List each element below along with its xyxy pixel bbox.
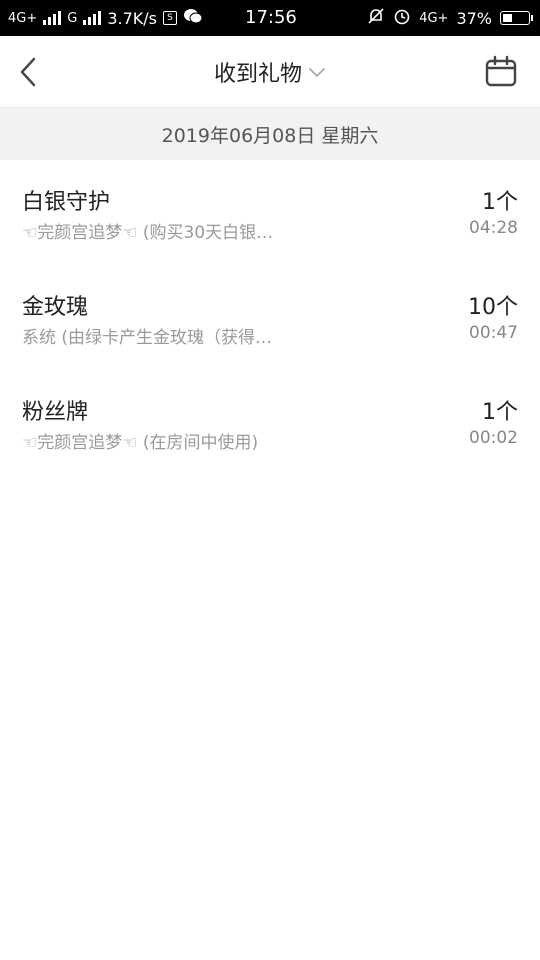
gift-list: 白银守护 ☜完颜宫追梦☜ (购买30天白银… 1个 04:28 金玫瑰 系统 (… [0, 160, 540, 475]
chevron-down-icon [309, 67, 325, 77]
battery-icon [500, 11, 533, 25]
gift-time: 00:47 [469, 323, 518, 343]
alarm-icon [393, 7, 411, 29]
gift-description: ☜完颜宫追梦☜ (在房间中使用) [22, 433, 259, 453]
title-dropdown[interactable]: 收到礼物 [214, 56, 326, 88]
gift-name: 白银守护 [22, 190, 111, 215]
gift-time: 04:28 [469, 218, 518, 238]
gift-description: 系统 (由绿卡产生金玫瑰（获得… [22, 328, 273, 348]
network-type-1: 4G+ [8, 10, 38, 26]
signal-icon [43, 11, 62, 25]
gift-count: 1个 [482, 190, 518, 215]
calendar-button[interactable] [484, 54, 518, 88]
status-time: 17:56 [245, 7, 297, 28]
back-button[interactable] [18, 54, 58, 90]
gift-row[interactable]: 白银守护 ☜完颜宫追梦☜ (购买30天白银… 1个 04:28 [0, 160, 540, 265]
network-type-3: 4G+ [419, 10, 449, 26]
title-wrap: 收到礼物 [0, 36, 540, 107]
signal-icon-2 [83, 11, 102, 25]
chevron-left-icon [20, 57, 36, 87]
gift-row[interactable]: 金玫瑰 系统 (由绿卡产生金玫瑰（获得… 10个 00:47 [0, 265, 540, 370]
gift-count: 1个 [482, 400, 518, 425]
status-right: 4G+ 37% [367, 0, 533, 36]
date-header: 2019年06月08日 星期六 [0, 108, 540, 160]
gift-time: 00:02 [469, 428, 518, 448]
network-speed: 3.7K/s [107, 8, 157, 28]
s-app-icon: S [163, 11, 177, 25]
page-title: 收到礼物 [213, 61, 302, 87]
gift-name: 粉丝牌 [22, 400, 89, 425]
calendar-icon [485, 55, 517, 87]
network-type-2: G [67, 10, 78, 26]
status-bar: 4G+ G 3.7K/s S 17:56 4G+ 37% [0, 0, 540, 36]
gift-name: 金玫瑰 [22, 295, 89, 320]
app-header: 收到礼物 [0, 36, 540, 108]
gift-description: ☜完颜宫追梦☜ (购买30天白银… [22, 223, 274, 243]
wechat-icon [183, 8, 203, 28]
battery-percent: 37% [456, 8, 492, 28]
gift-count: 10个 [468, 295, 518, 320]
gift-row[interactable]: 粉丝牌 ☜完颜宫追梦☜ (在房间中使用) 1个 00:02 [0, 370, 540, 475]
status-left: 4G+ G 3.7K/s S [8, 0, 203, 36]
mute-bell-icon [367, 7, 385, 29]
